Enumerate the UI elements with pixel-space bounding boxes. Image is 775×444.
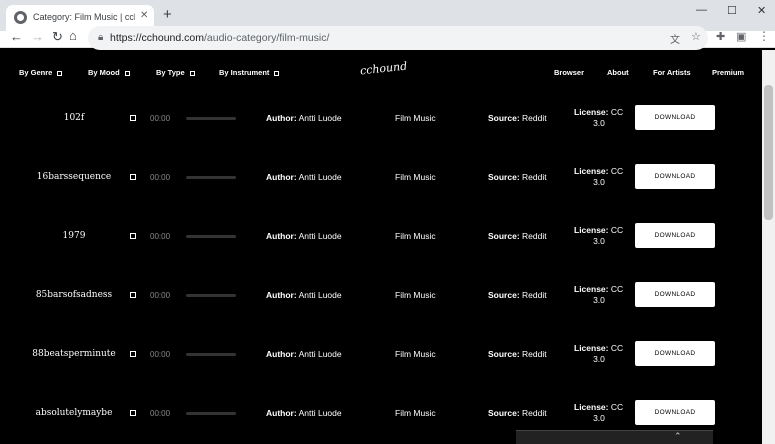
dropdown-icon [124, 70, 130, 76]
lock-icon: 🔒︎ [98, 32, 104, 43]
progress-bar[interactable] [186, 117, 236, 120]
scrollbar[interactable] [762, 50, 775, 444]
nav-by-instrument[interactable]: By Instrument [219, 68, 280, 77]
home-icon[interactable]: ⌂ [69, 28, 77, 43]
play-icon[interactable] [130, 351, 136, 357]
back-icon[interactable]: ← [10, 29, 23, 44]
download-button[interactable]: DOWNLOAD [635, 105, 715, 130]
play-icon[interactable] [130, 174, 136, 180]
extensions-icon[interactable]: ✚ [716, 30, 725, 43]
new-tab-button[interactable]: + [163, 7, 172, 22]
play-icon[interactable] [130, 292, 136, 298]
dropdown-icon [57, 70, 63, 76]
profile-icon[interactable]: ▣ [736, 30, 746, 43]
track-source: Source: Reddit [488, 408, 547, 418]
track-genre[interactable]: Film Music [395, 408, 436, 418]
track-license: License: CC 3.0 [574, 284, 624, 305]
play-icon[interactable] [130, 115, 136, 121]
track-time: 00:00 [150, 409, 171, 418]
dropdown-icon [274, 70, 280, 76]
star-icon[interactable]: ☆ [691, 30, 701, 43]
track-time: 00:00 [150, 350, 171, 359]
track-author: Author: Antti Luode [266, 172, 342, 182]
track-author: Author: Antti Luode [266, 408, 342, 418]
browser-menu-icon[interactable]: ⋮ [758, 29, 770, 43]
chevron-up-icon[interactable]: ⌃ [674, 431, 682, 442]
nav-premium[interactable]: Premium [712, 68, 744, 77]
track-source: Source: Reddit [488, 113, 547, 123]
forward-icon[interactable]: → [31, 29, 44, 44]
minimize-button[interactable]: — [696, 4, 707, 16]
track-license: License: CC 3.0 [574, 225, 624, 246]
track-author: Author: Antti Luode [266, 349, 342, 359]
translate-icon[interactable]: 文 [670, 31, 680, 46]
track-row: 88beatsperminute 00:00 Author: Antti Luode… [0, 328, 762, 387]
track-license: License: CC 3.0 [574, 343, 624, 364]
play-icon[interactable] [130, 233, 136, 239]
nav-browser[interactable]: Browser [554, 68, 584, 77]
track-title[interactable]: 1979 [20, 231, 128, 241]
nav-by-type[interactable]: By Type [156, 68, 195, 77]
track-license: License: CC 3.0 [574, 402, 624, 423]
track-time: 00:00 [150, 291, 171, 300]
track-title[interactable]: 102f [20, 113, 128, 123]
window-close-button[interactable]: ✕ [757, 4, 766, 17]
tab-title: Category: Film Music | cchound [33, 12, 135, 22]
bottom-tray: ⌃ [516, 430, 713, 444]
track-genre[interactable]: Film Music [395, 231, 436, 241]
nav-by-mood[interactable]: By Mood [88, 68, 130, 77]
nav-for-artists[interactable]: For Artists [653, 68, 691, 77]
track-genre[interactable]: Film Music [395, 172, 436, 182]
track-license: License: CC 3.0 [574, 166, 624, 187]
download-button[interactable]: DOWNLOAD [635, 400, 715, 425]
tab-close-icon[interactable]: ✕ [140, 10, 148, 21]
globe-icon [14, 11, 27, 24]
track-title[interactable]: 88beatsperminute [20, 349, 128, 359]
progress-bar[interactable] [186, 412, 236, 415]
track-time: 00:00 [150, 232, 171, 241]
nav-about[interactable]: About [607, 68, 629, 77]
track-row: 16barssequence 00:00 Author: Antti Luode Fi… [0, 151, 762, 210]
url-text: https://cchound.com/audio-category/film-… [110, 32, 330, 44]
reload-icon[interactable]: ↻ [52, 29, 63, 45]
progress-bar[interactable] [186, 176, 236, 179]
download-button[interactable]: DOWNLOAD [635, 282, 715, 307]
address-bar[interactable]: 🔒︎ https://cchound.com/audio-category/fi… [88, 26, 708, 50]
track-author: Author: Antti Luode [266, 231, 342, 241]
track-row: 1979 00:00 Author: Antti Luode Film Music So… [0, 210, 762, 269]
track-title[interactable]: absolutelymaybe [20, 408, 128, 418]
track-source: Source: Reddit [488, 290, 547, 300]
track-genre[interactable]: Film Music [395, 349, 436, 359]
play-icon[interactable] [130, 410, 136, 416]
track-title[interactable]: 85barsofsadness [20, 290, 128, 300]
track-license: License: CC 3.0 [574, 107, 624, 128]
track-genre[interactable]: Film Music [395, 113, 436, 123]
progress-bar[interactable] [186, 294, 236, 297]
dropdown-icon [189, 70, 195, 76]
download-button[interactable]: DOWNLOAD [635, 223, 715, 248]
track-time: 00:00 [150, 114, 171, 123]
track-title[interactable]: 16barssequence [20, 172, 128, 182]
progress-bar[interactable] [186, 235, 236, 238]
track-row: 85barsofsadness 00:00 Author: Antti Luode F… [0, 269, 762, 328]
track-genre[interactable]: Film Music [395, 290, 436, 300]
site-logo[interactable]: cchound [359, 60, 407, 78]
download-button[interactable]: DOWNLOAD [635, 164, 715, 189]
nav-by-genre[interactable]: By Genre [19, 68, 63, 77]
track-row: 102f 00:00 Author: Antti Luode Film Music So… [0, 92, 762, 151]
track-author: Author: Antti Luode [266, 113, 342, 123]
track-source: Source: Reddit [488, 172, 547, 182]
maximize-button[interactable]: ☐ [727, 4, 737, 17]
download-button[interactable]: DOWNLOAD [635, 341, 715, 366]
track-source: Source: Reddit [488, 231, 547, 241]
track-source: Source: Reddit [488, 349, 547, 359]
track-author: Author: Antti Luode [266, 290, 342, 300]
track-time: 00:00 [150, 173, 171, 182]
scrollbar-thumb[interactable] [764, 85, 773, 220]
progress-bar[interactable] [186, 353, 236, 356]
site-header: By Genre By Mood By Type By Instrument c… [0, 50, 775, 94]
